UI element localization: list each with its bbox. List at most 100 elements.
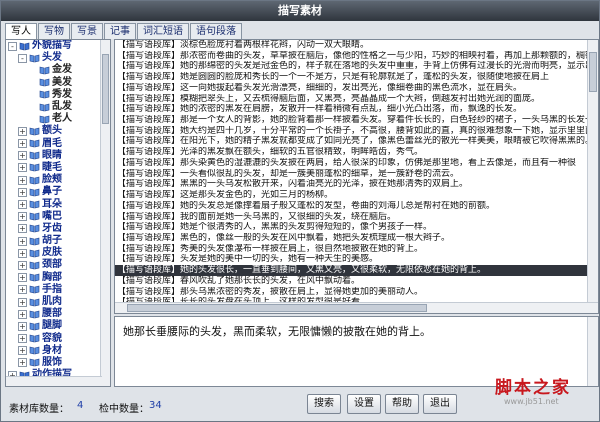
- tree-item[interactable]: - 外貌描写: [6, 40, 110, 52]
- expand-icon[interactable]: +: [18, 285, 27, 295]
- detail-scrollbar[interactable]: [587, 317, 598, 386]
- tree-item[interactable]: + 脸颊: [6, 174, 110, 186]
- list-item[interactable]: 【描写语段库】那浓密而卷曲的头发，草草披在脑后，像他的性格之一与少阳，巧妙的相映…: [115, 51, 598, 62]
- list-item[interactable]: 【描写语段库】一头看似很乱的头发，却是一簇美丽蓬松的细草，是一簇舒卷的流云。: [115, 169, 598, 180]
- tree-scroll-thumb[interactable]: [102, 54, 109, 124]
- list-item[interactable]: 【描写语段库】在阳光下，她的精子黑发就都变成了如同光亮了，像黑色蕾丝光的散光一样…: [115, 136, 598, 147]
- tab-vocabulary[interactable]: 词汇短语: [137, 23, 189, 39]
- tree-vertical-scrollbar[interactable]: [100, 40, 110, 386]
- tree-item-label: 脸颊: [42, 174, 62, 186]
- list-item[interactable]: 【描写语段库】她的头发总是像撑着扇子般又蓬松的发型，卷曲的刘海儿总是帮衬在她的前…: [115, 201, 598, 212]
- tree-item[interactable]: + 胸部: [6, 272, 110, 284]
- tree-item[interactable]: + 眼睛: [6, 150, 110, 162]
- tree-item[interactable]: + 胡子: [6, 235, 110, 247]
- expand-icon[interactable]: +: [18, 212, 27, 222]
- expand-icon[interactable]: +: [18, 346, 27, 356]
- tree-item[interactable]: + 睫毛: [6, 162, 110, 174]
- expand-icon[interactable]: +: [18, 175, 27, 185]
- list-item[interactable]: 【描写语段库】黑色的，像丝一般的头发在风中飘着，她把头发梳理成一根大辫子。: [115, 233, 598, 244]
- tree-item[interactable]: + 额头: [6, 125, 110, 137]
- list-item[interactable]: 【描写语段库】黑黑的一头乌发松散开来，闪着油亮光的光泽，披在她那清秀的双肩上。: [115, 179, 598, 190]
- tree-item[interactable]: + 嘴巴: [6, 211, 110, 223]
- list-item[interactable]: 【描写语段库】她大约是四十几岁，十分平常的一个长褂子，不高很，腰背如此的直，真的…: [115, 126, 598, 137]
- tree-item[interactable]: + 鼻子: [6, 186, 110, 198]
- expand-icon[interactable]: +: [18, 309, 27, 319]
- expand-icon[interactable]: +: [18, 248, 27, 258]
- tab-paragraphs[interactable]: 语句段落: [190, 23, 242, 39]
- expand-icon[interactable]: +: [18, 200, 27, 210]
- list-item[interactable]: 【描写语段库】淡棕色脸庞衬着两根样花辫，闪动一双大眼睛。: [115, 40, 598, 51]
- expand-icon[interactable]: +: [18, 260, 27, 270]
- tree-item-label: 嘴巴: [42, 210, 62, 222]
- book-icon: [39, 66, 50, 75]
- list-item[interactable]: 【描写语段库】头发是她的美中一切的头，她有一种天生的美感。: [115, 254, 598, 265]
- book-icon: [29, 310, 40, 319]
- list-item[interactable]: 【描写语段库】秀美的头发像瀑布一样披在肩上，很自然地披散在她的背上。: [115, 244, 598, 255]
- tree-item[interactable]: + 肌肉: [6, 296, 110, 308]
- expand-icon[interactable]: +: [18, 163, 27, 173]
- expand-icon[interactable]: +: [18, 126, 27, 136]
- tab-people[interactable]: 写人: [5, 23, 37, 39]
- expand-icon[interactable]: +: [18, 321, 27, 331]
- expand-icon[interactable]: +: [18, 224, 27, 234]
- list-item[interactable]: 【描写语段库】她的头发很长，一直垂到腰间，又黑又亮，又很柔软，无限依恋在她的背上…: [115, 265, 598, 276]
- list-item[interactable]: 【描写语段库】那头乌黑浓密的秀发，披散在肩上，显得她更加的美丽动人。: [115, 287, 598, 298]
- list-item[interactable]: 【描写语段库】她的浓密的黑发在肩膀，发散开一样着稍微有点乱，细小光凸出落，而，飘…: [115, 104, 598, 115]
- expand-icon[interactable]: +: [18, 139, 27, 149]
- expand-icon[interactable]: +: [18, 358, 27, 368]
- expand-icon[interactable]: +: [18, 273, 27, 283]
- collapse-icon[interactable]: -: [8, 41, 17, 51]
- expand-icon[interactable]: +: [18, 151, 27, 161]
- list-item[interactable]: 【描写语段库】模糊把翠头上，又去梳得脑后面，又黑亮，亮晶晶成一个大辫，倒越发衬出…: [115, 94, 598, 105]
- result-list: 【描写语段库】淡棕色脸庞衬着两根样花辫，闪动一双大眼睛。 【描写语段库】那浓密而卷…: [114, 39, 599, 314]
- tree-item[interactable]: 老人: [6, 113, 110, 125]
- tab-events[interactable]: 记事: [104, 23, 136, 39]
- tree-item[interactable]: + 皮肤: [6, 247, 110, 259]
- tab-scenery[interactable]: 写景: [71, 23, 103, 39]
- tab-objects[interactable]: 写物: [38, 23, 70, 39]
- expand-icon[interactable]: +: [18, 236, 27, 246]
- list-item[interactable]: 【描写语段库】我的面前是她一头乌黑的，又很细的头发，绕在脑后。: [115, 212, 598, 223]
- list-vscroll-thumb[interactable]: [589, 52, 597, 92]
- tree-item[interactable]: 乱发: [6, 101, 110, 113]
- list-item[interactable]: 【描写语段库】光泽的黑发飘在额头，细软的五官很精致，明眸皓齿，秀气。: [115, 147, 598, 158]
- tree-item[interactable]: 秀发: [6, 89, 110, 101]
- book-icon: [29, 176, 40, 185]
- expand-icon[interactable]: +: [18, 334, 27, 344]
- settings-button[interactable]: 设置: [347, 394, 381, 414]
- list-item[interactable]: 【描写语段库】她的那绵密的头发是冠金色的，样子就在落地的头发中重重，手背上仿佛有…: [115, 61, 598, 72]
- list-item[interactable]: 【描写语段库】这是那头发金色的，光如三月的杨柳。: [115, 190, 598, 201]
- exit-button[interactable]: 退出: [423, 394, 457, 414]
- list-vertical-scrollbar[interactable]: [587, 40, 598, 304]
- expand-icon[interactable]: +: [18, 187, 27, 197]
- tree-item[interactable]: 美发: [6, 77, 110, 89]
- list-item[interactable]: 【描写语段库】那是一个女人的背影，她的脸背着那一样披着头发。穿着件长长的，白色轻…: [115, 115, 598, 126]
- tree-horizontal-scrollbar[interactable]: [6, 376, 102, 386]
- collapse-icon[interactable]: -: [18, 53, 27, 63]
- tree-item[interactable]: + 颈部: [6, 259, 110, 271]
- tree-item[interactable]: - 头发: [6, 52, 110, 64]
- list-horizontal-scrollbar[interactable]: [115, 302, 598, 313]
- list-rows: 【描写语段库】淡棕色脸庞衬着两根样花辫，闪动一双大眼睛。 【描写语段库】那浓密而卷…: [115, 40, 598, 313]
- tree-item[interactable]: + 容貌: [6, 333, 110, 345]
- book-icon: [39, 103, 50, 111]
- list-item[interactable]: 【描写语段库】她是个很清秀的人，黑黑的头发剪得短短的，像个男孩子一样。: [115, 222, 598, 233]
- help-button[interactable]: 帮助: [385, 394, 419, 414]
- tree-item[interactable]: + 身材: [6, 345, 110, 357]
- tree-item[interactable]: 金发: [6, 64, 110, 76]
- tree-item[interactable]: + 眉毛: [6, 138, 110, 150]
- tree-item[interactable]: + 腿脚: [6, 320, 110, 332]
- tree-item[interactable]: + 耳朵: [6, 198, 110, 210]
- list-item[interactable]: 【描写语段库】春风吹乱了她那长长的头发，在风中飘动着。: [115, 276, 598, 287]
- tree-item[interactable]: + 牙齿: [6, 223, 110, 235]
- list-item[interactable]: 【描写语段库】那头染黄色的湿漉漉的头发披在两肩，给人很深的印象，仿佛是那里地，看…: [115, 158, 598, 169]
- tree-item[interactable]: + 服饰: [6, 357, 110, 369]
- tree-item[interactable]: + 手指: [6, 284, 110, 296]
- search-button[interactable]: 搜索: [307, 394, 341, 414]
- expand-icon[interactable]: +: [18, 297, 27, 307]
- tree-item[interactable]: + 腰部: [6, 308, 110, 320]
- list-item[interactable]: 【描写语段库】这一向她拔起着头发光滑漂亮，细细的，发出亮光，像细卷曲的黑色流水，…: [115, 83, 598, 94]
- list-item[interactable]: 【描写语段库】她是圆圆的脸庞和秀长的一个一不是方，只是有轮廓就是了，蓬松的头发，…: [115, 72, 598, 83]
- list-hscroll-thumb[interactable]: [127, 304, 427, 312]
- app-window: 描写素材 写人 写物 写景 记事 词汇短语 语句段落 - 外貌描写 - 头发 金发 美发秀…: [0, 0, 600, 422]
